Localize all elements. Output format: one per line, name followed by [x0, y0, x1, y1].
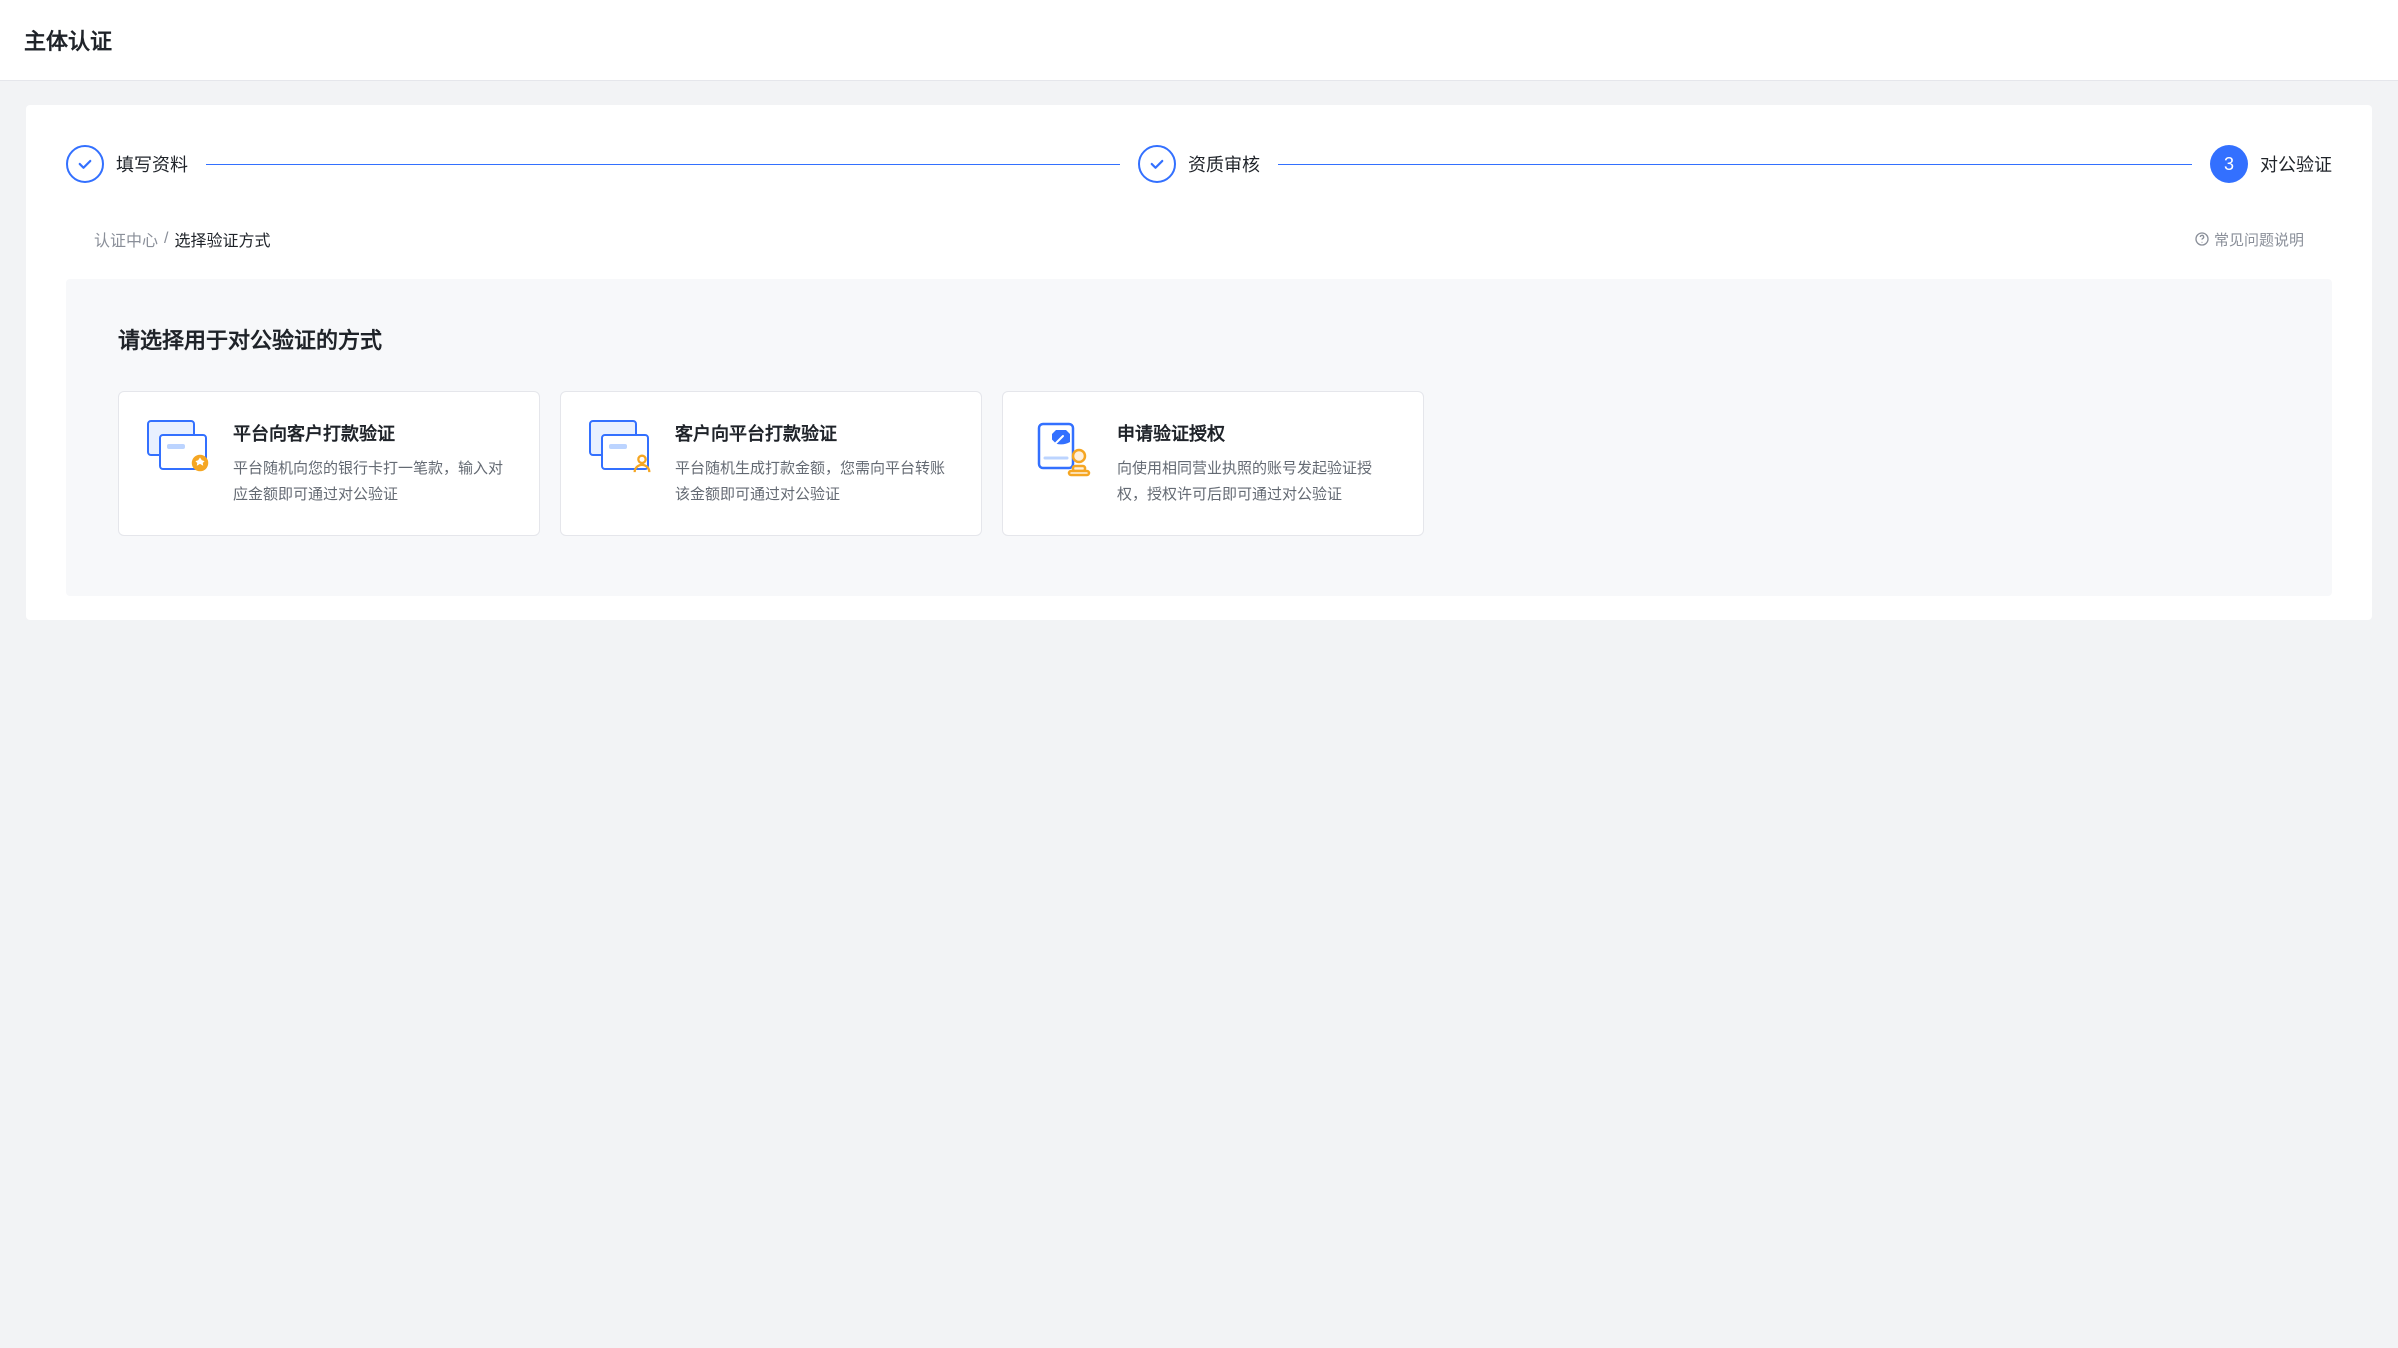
step-2: 资质审核 — [1138, 145, 1260, 183]
verification-methods-section: 请选择用于对公验证的方式 平台向客户打款验证 平台随机向您的银行卡打一笔款，输入… — [66, 279, 2332, 596]
option-desc: 平台随机向您的银行卡打一笔款，输入对应金额即可通过对公验证 — [233, 456, 511, 507]
option-title: 客户向平台打款验证 — [675, 420, 953, 446]
option-platform-to-customer[interactable]: 平台向客户打款验证 平台随机向您的银行卡打一笔款，输入对应金额即可通过对公验证 — [118, 391, 540, 536]
step-2-check-icon — [1138, 145, 1176, 183]
step-line-1 — [206, 164, 1120, 165]
option-text: 客户向平台打款验证 平台随机生成打款金额，您需向平台转账该金额即可通过对公验证 — [675, 420, 953, 507]
breadcrumb: 认证中心 / 选择验证方式 — [94, 227, 270, 251]
stepper: 填写资料 资质审核 3 对公验证 — [66, 145, 2332, 183]
option-title: 申请验证授权 — [1117, 420, 1395, 446]
body-wrap: 填写资料 资质审核 3 对公验证 认证中心 / 选择验证方式 — [0, 81, 2398, 1348]
document-stamp-icon — [1031, 420, 1095, 478]
step-1-check-icon — [66, 145, 104, 183]
help-icon — [2194, 231, 2210, 247]
option-title: 平台向客户打款验证 — [233, 420, 511, 446]
step-3-number-icon: 3 — [2210, 145, 2248, 183]
option-customer-to-platform[interactable]: 客户向平台打款验证 平台随机生成打款金额，您需向平台转账该金额即可通过对公验证 — [560, 391, 982, 536]
main-card: 填写资料 资质审核 3 对公验证 认证中心 / 选择验证方式 — [26, 105, 2372, 620]
step-1: 填写资料 — [66, 145, 188, 183]
step-2-label: 资质审核 — [1188, 151, 1260, 177]
option-text: 申请验证授权 向使用相同营业执照的账号发起验证授权，授权许可后即可通过对公验证 — [1117, 420, 1395, 507]
option-desc: 平台随机生成打款金额，您需向平台转账该金额即可通过对公验证 — [675, 456, 953, 507]
step-1-label: 填写资料 — [116, 151, 188, 177]
faq-label: 常见问题说明 — [2214, 229, 2304, 250]
faq-link[interactable]: 常见问题说明 — [2194, 229, 2304, 250]
option-desc: 向使用相同营业执照的账号发起验证授权，授权许可后即可通过对公验证 — [1117, 456, 1395, 507]
page-header: 主体认证 — [0, 0, 2398, 81]
bank-card-person-icon — [589, 420, 653, 478]
step-line-2 — [1278, 164, 2192, 165]
page-title: 主体认证 — [24, 24, 2374, 56]
breadcrumb-sep: / — [164, 230, 168, 248]
section-title: 请选择用于对公验证的方式 — [118, 323, 2280, 355]
options-grid: 平台向客户打款验证 平台随机向您的银行卡打一笔款，输入对应金额即可通过对公验证 — [118, 391, 2280, 536]
breadcrumb-current: 选择验证方式 — [174, 227, 270, 251]
breadcrumb-row: 认证中心 / 选择验证方式 常见问题说明 — [66, 227, 2332, 251]
bank-card-aperture-icon — [147, 420, 211, 478]
option-text: 平台向客户打款验证 平台随机向您的银行卡打一笔款，输入对应金额即可通过对公验证 — [233, 420, 511, 507]
step-3: 3 对公验证 — [2210, 145, 2332, 183]
step-3-label: 对公验证 — [2260, 151, 2332, 177]
breadcrumb-root[interactable]: 认证中心 — [94, 227, 158, 251]
option-auth-request[interactable]: 申请验证授权 向使用相同营业执照的账号发起验证授权，授权许可后即可通过对公验证 — [1002, 391, 1424, 536]
